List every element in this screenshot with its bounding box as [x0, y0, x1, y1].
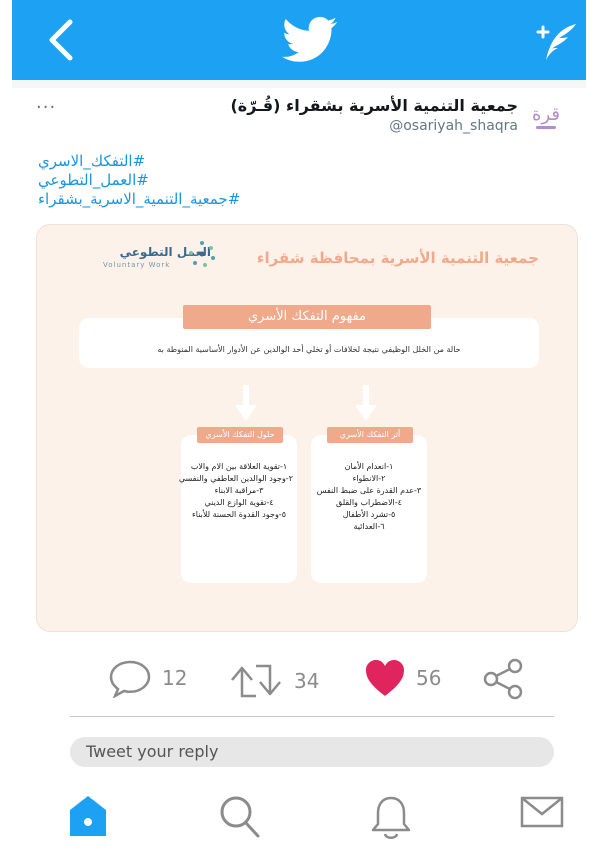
voluntary-work-logo-icon	[187, 239, 217, 273]
share-button[interactable]	[482, 658, 524, 700]
hashtag-link[interactable]: #التفكك_الاسري	[38, 152, 240, 171]
tweet-media-image[interactable]: العمل التطوعي Voluntary Work جمعية التنم…	[36, 224, 578, 632]
share-icon	[483, 658, 523, 700]
compose-feather-icon[interactable]	[534, 20, 578, 68]
user-handle[interactable]: @osariyah_shaqra	[389, 118, 518, 134]
twitter-bird-icon	[282, 16, 338, 66]
reply-bubble-icon	[109, 660, 151, 698]
hashtag-link[interactable]: #جمعية_التنمية_الاسرية_بشقراء	[38, 190, 240, 209]
list-item: ١-تقوية العلاقة بين الام والاب	[190, 462, 288, 471]
home-icon[interactable]	[68, 794, 108, 842]
reply-button[interactable]: 12	[108, 658, 187, 698]
reply-count: 12	[162, 666, 188, 690]
tweet-header: ... جمعية التنمية الأسرية بشقراء (قُـرّة…	[12, 92, 586, 142]
top-divider	[12, 80, 586, 88]
heart-icon	[366, 660, 404, 696]
bottom-nav	[12, 790, 586, 855]
hashtag-link[interactable]: #العمل_التطوعي	[38, 171, 240, 190]
list-item: ٦-العدائية	[353, 522, 385, 531]
arrow-down-icon	[235, 385, 257, 427]
list-item: ٥-تشرد الأطفال	[342, 510, 396, 519]
actions-divider	[70, 716, 554, 717]
tweet-actions: 12 34 56	[12, 648, 586, 708]
more-options-icon[interactable]: ...	[36, 92, 56, 113]
top-bar	[12, 0, 586, 80]
arrow-down-icon	[355, 385, 377, 427]
like-button[interactable]: 56	[364, 658, 441, 698]
effects-title: أثر التفكك الأسري	[327, 427, 413, 443]
reply-placeholder: Tweet your reply	[86, 742, 219, 761]
organization-title: جمعية التنمية الأسرية بمحافظة شقراء	[256, 249, 539, 267]
list-item: ١-انعدام الأمان	[344, 462, 394, 471]
effects-card: أثر التفكك الأسري ١-انعدام الأمان ٢-الان…	[311, 427, 427, 583]
app-frame: ... جمعية التنمية الأسرية بشقراء (قُـرّة…	[12, 0, 586, 855]
search-icon[interactable]	[218, 794, 262, 844]
like-count: 56	[416, 666, 442, 690]
reply-input[interactable]: Tweet your reply	[70, 737, 554, 767]
list-item: ٢-الانطواء	[352, 474, 386, 483]
chevron-left-icon[interactable]	[48, 18, 74, 66]
list-item: ٥-وجود القدوة الحسنة للأبناء	[192, 510, 286, 519]
list-item: ٤-تقوية الوازع الديني	[204, 498, 274, 507]
voluntary-work-logo-sub: Voluntary Work	[103, 261, 171, 269]
list-item: ٤-الاضطراب والقلق	[336, 498, 402, 507]
svg-text:قرة: قرة	[532, 104, 560, 125]
display-name[interactable]: جمعية التنمية الأسرية بشقراء (قُـرّة)	[230, 96, 518, 115]
bell-icon[interactable]	[370, 794, 412, 846]
list-item: ٣-عدم القدرة على ضبط النفس	[316, 486, 422, 495]
concept-title: مفهوم التفكك الأسري	[183, 305, 431, 329]
avatar[interactable]: قرة	[526, 96, 566, 136]
mail-icon[interactable]	[520, 794, 564, 834]
retweet-icon	[231, 664, 281, 698]
concept-text: حالة من الخلل الوظيفي نتيجة لخلافات أو ت…	[157, 345, 461, 354]
solutions-list: ١-تقوية العلاقة بين الام والاب ٢-وجود ال…	[178, 461, 293, 521]
retweet-count: 34	[294, 669, 320, 693]
list-item: ٣-مراقبة الابناء	[214, 486, 264, 495]
list-item: ٢-وجود الوالدين العاطفي والنفسي	[178, 474, 293, 483]
tweet-hashtags: #التفكك_الاسري #العمل_التطوعي #جمعية_الت…	[38, 152, 240, 209]
solutions-card: حلول التفكك الأسري ١-تقوية العلاقة بين ا…	[178, 427, 297, 583]
retweet-button[interactable]: 34	[228, 658, 319, 704]
solutions-title: حلول التفكك الأسري	[197, 427, 283, 443]
effects-list: ١-انعدام الأمان ٢-الانطواء ٣-عدم القدرة …	[315, 461, 423, 533]
